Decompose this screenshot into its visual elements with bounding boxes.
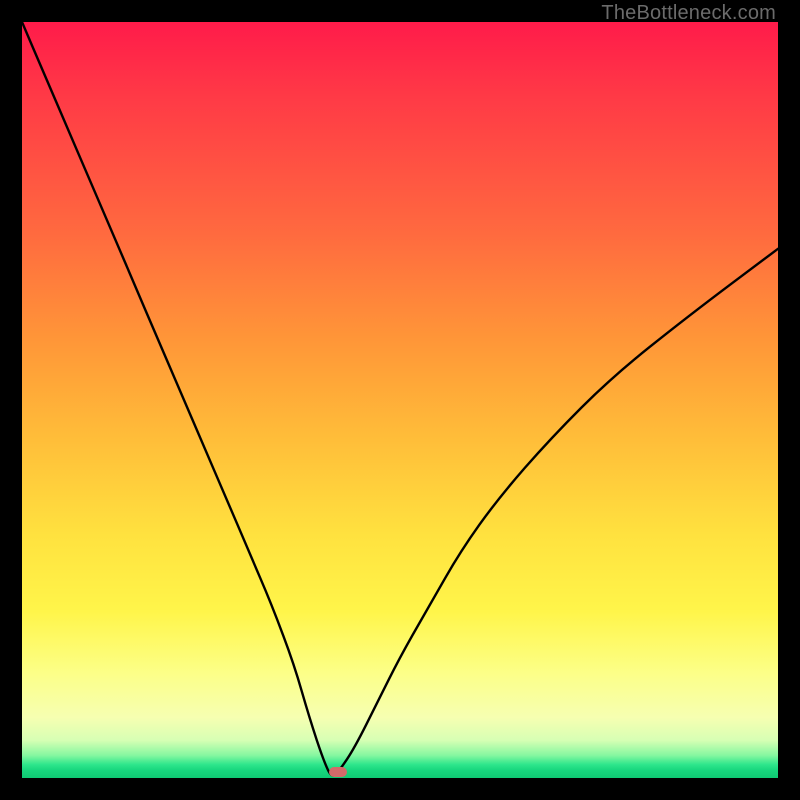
bottleneck-curve bbox=[22, 22, 778, 778]
curve-path bbox=[22, 22, 778, 775]
optimum-marker bbox=[329, 767, 347, 777]
chart-frame bbox=[22, 22, 778, 778]
plot-area bbox=[22, 22, 778, 778]
